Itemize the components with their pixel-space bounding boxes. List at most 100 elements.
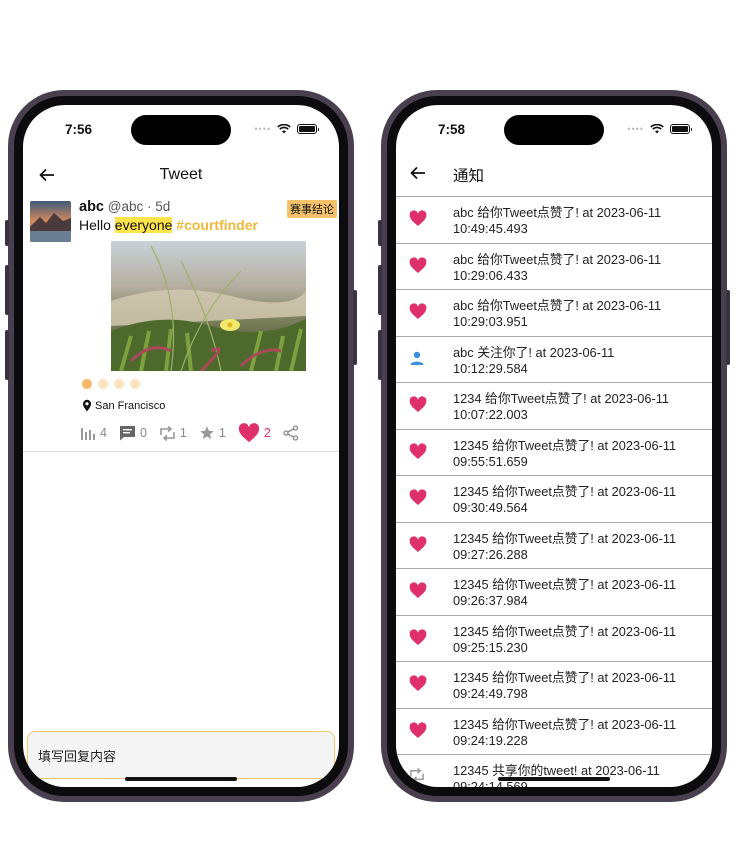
notification-line1: abc 给你Tweet点赞了! at 2023-06-11 bbox=[453, 205, 662, 220]
heart-icon bbox=[409, 442, 427, 465]
notification-item[interactable]: 1234 给你Tweet点赞了! at 2023-06-11 10:07:22.0… bbox=[396, 383, 712, 430]
heart-icon bbox=[409, 675, 427, 697]
side-button bbox=[378, 265, 382, 315]
tweet-actions: 4 0 1 1 2 bbox=[80, 423, 299, 443]
status-time: 7:58 bbox=[438, 122, 466, 137]
notification-line1: abc 给你Tweet点赞了! at 2023-06-11 bbox=[453, 251, 662, 267]
notification-item[interactable]: abc 给你Tweet点赞了! at 2023-06-11 10:49:45.49… bbox=[396, 197, 712, 244]
status-badge: 赛事结论 bbox=[287, 200, 337, 218]
heart-icon bbox=[409, 535, 427, 558]
star-count: 1 bbox=[218, 426, 226, 440]
person-icon bbox=[409, 350, 425, 371]
battery-icon bbox=[670, 124, 692, 134]
side-button bbox=[378, 220, 382, 246]
notification-line1: 12345 给你Tweet点赞了! at 2023-06-11 bbox=[453, 530, 677, 546]
back-arrow-icon[interactable] bbox=[410, 165, 426, 181]
status-time: 7:56 bbox=[65, 122, 93, 137]
notification-text: abc 给你Tweet点赞了! at 2023-06-11 10:29:06.43… bbox=[453, 252, 661, 284]
retweet-icon bbox=[160, 425, 175, 441]
notification-text: abc 关注你了! at 2023-06-11 10:12:29.584 bbox=[453, 345, 614, 377]
status-icons: •••• bbox=[627, 124, 692, 134]
notification-item[interactable]: 12345 给你Tweet点赞了! at 2023-06-11 09:25:15.… bbox=[396, 616, 712, 662]
retweet-count: 1 bbox=[179, 426, 187, 440]
retweet-action[interactable]: 1 bbox=[159, 425, 187, 441]
comment-icon bbox=[119, 426, 135, 441]
notifications-screen: 7:58 •••• 通知 abc 给你Tweet点赞了! at 2023-06-… bbox=[396, 105, 712, 787]
heart-icon bbox=[409, 210, 427, 232]
notification-text: 12345 给你Tweet点赞了! at 2023-06-11 09:24:49.… bbox=[453, 670, 676, 702]
notification-line1: 12345 给你Tweet点赞了! at 2023-06-11 bbox=[453, 577, 677, 592]
hashtag-link[interactable]: #courtfinder bbox=[176, 217, 258, 233]
status-icons: •••• bbox=[254, 124, 319, 134]
notification-text: abc 给你Tweet点赞了! at 2023-06-11 10:49:45.49… bbox=[453, 205, 661, 237]
pager-dot[interactable] bbox=[130, 379, 140, 389]
comment-count: 0 bbox=[139, 426, 147, 440]
signal-icon: •••• bbox=[627, 124, 644, 134]
notification-line1: abc 关注你了! at 2023-06-11 bbox=[453, 344, 615, 360]
side-button bbox=[5, 330, 9, 380]
notification-item[interactable]: abc 给你Tweet点赞了! at 2023-06-11 10:29:06.43… bbox=[396, 244, 712, 290]
notification-item[interactable]: 12345 给你Tweet点赞了! at 2023-06-11 09:26:37.… bbox=[396, 569, 712, 616]
notification-line2: 09:24:49.798 bbox=[453, 686, 528, 701]
notification-line1: 12345 给你Tweet点赞了! at 2023-06-11 bbox=[453, 437, 677, 453]
heart-icon bbox=[409, 489, 427, 511]
star-action[interactable]: 1 bbox=[199, 425, 226, 441]
user-name[interactable]: abc bbox=[79, 199, 104, 215]
notification-item[interactable]: abc 关注你了! at 2023-06-11 10:12:29.584 bbox=[396, 337, 712, 383]
location-label: San Francisco bbox=[95, 399, 166, 412]
notification-item[interactable]: 12345 给你Tweet点赞了! at 2023-06-11 09:30:49.… bbox=[396, 476, 712, 523]
like-count: 2 bbox=[263, 426, 271, 440]
notification-item[interactable]: 12345 给你Tweet点赞了! at 2023-06-11 09:27:26.… bbox=[396, 523, 712, 569]
notification-text: 12345 给你Tweet点赞了! at 2023-06-11 09:25:15.… bbox=[453, 624, 676, 656]
notification-item[interactable]: 12345 给你Tweet点赞了! at 2023-06-11 09:24:49.… bbox=[396, 662, 712, 709]
notification-text: 12345 给你Tweet点赞了! at 2023-06-11 09:24:19.… bbox=[453, 717, 676, 749]
home-indicator bbox=[125, 777, 237, 781]
reply-input[interactable]: 填写回复内容 bbox=[27, 731, 335, 779]
pager-dot[interactable] bbox=[98, 379, 108, 389]
share-action[interactable] bbox=[283, 425, 299, 441]
notification-item[interactable]: 12345 给你Tweet点赞了! at 2023-06-11 09:55:51.… bbox=[396, 430, 712, 476]
views-count: 4 bbox=[100, 426, 107, 440]
side-button bbox=[353, 290, 357, 365]
notification-item[interactable]: abc 给你Tweet点赞了! at 2023-06-11 10:29:03.95… bbox=[396, 290, 712, 337]
app-bar: 通知 bbox=[396, 161, 712, 197]
divider bbox=[23, 451, 339, 452]
share-icon bbox=[283, 425, 298, 441]
pager-dot[interactable] bbox=[82, 379, 92, 389]
wifi-icon bbox=[277, 124, 291, 134]
notification-line1: 12345 给你Tweet点赞了! at 2023-06-11 bbox=[453, 670, 677, 685]
phone-left: 7:56 •••• Tweet abc @abc · 5d 赛事结论 Hello… bbox=[5, 90, 357, 802]
app-bar: Tweet bbox=[23, 161, 339, 191]
tweet-image[interactable] bbox=[111, 241, 306, 371]
image-pager bbox=[82, 379, 140, 389]
pager-dot[interactable] bbox=[114, 379, 124, 389]
avatar[interactable] bbox=[30, 201, 71, 242]
notification-line2: 10:29:03.951 bbox=[453, 314, 528, 329]
location-pin-icon bbox=[83, 399, 91, 412]
notification-text: 12345 共享你的tweet! at 2023-06-11 09:24:14.5… bbox=[453, 763, 660, 787]
side-button bbox=[378, 330, 382, 380]
page-title: 通知 bbox=[453, 168, 485, 185]
notification-item[interactable]: 12345 给你Tweet点赞了! at 2023-06-11 09:24:19.… bbox=[396, 709, 712, 755]
dynamic-island bbox=[131, 115, 231, 145]
tweet-text: Hello everyone #courtfinder bbox=[79, 217, 258, 233]
home-indicator bbox=[498, 777, 610, 781]
heart-icon bbox=[409, 256, 427, 279]
notification-text: 12345 给你Tweet点赞了! at 2023-06-11 09:55:51.… bbox=[453, 438, 676, 470]
star-icon bbox=[200, 426, 214, 439]
heart-icon bbox=[409, 628, 427, 651]
heart-icon bbox=[409, 582, 427, 604]
views-action[interactable]: 4 bbox=[80, 425, 107, 441]
like-action[interactable]: 2 bbox=[238, 423, 271, 443]
notification-line1: 1234 给你Tweet点赞了! at 2023-06-11 bbox=[453, 391, 669, 406]
notification-line2: 09:24:19.228 bbox=[453, 732, 528, 748]
phone-right: 7:58 •••• 通知 abc 给你Tweet点赞了! at 2023-06-… bbox=[378, 90, 730, 802]
tweet-text-highlight: everyone bbox=[114, 217, 173, 233]
comment-action[interactable]: 0 bbox=[119, 425, 147, 441]
notification-line1: 12345 给你Tweet点赞了! at 2023-06-11 bbox=[453, 716, 677, 732]
heart-icon bbox=[409, 396, 427, 418]
side-button bbox=[5, 220, 9, 246]
notification-line2: 10:12:29.584 bbox=[453, 360, 528, 376]
notification-line2: 09:30:49.564 bbox=[453, 500, 528, 515]
notification-item[interactable]: 12345 共享你的tweet! at 2023-06-11 09:24:14.5… bbox=[396, 755, 712, 787]
